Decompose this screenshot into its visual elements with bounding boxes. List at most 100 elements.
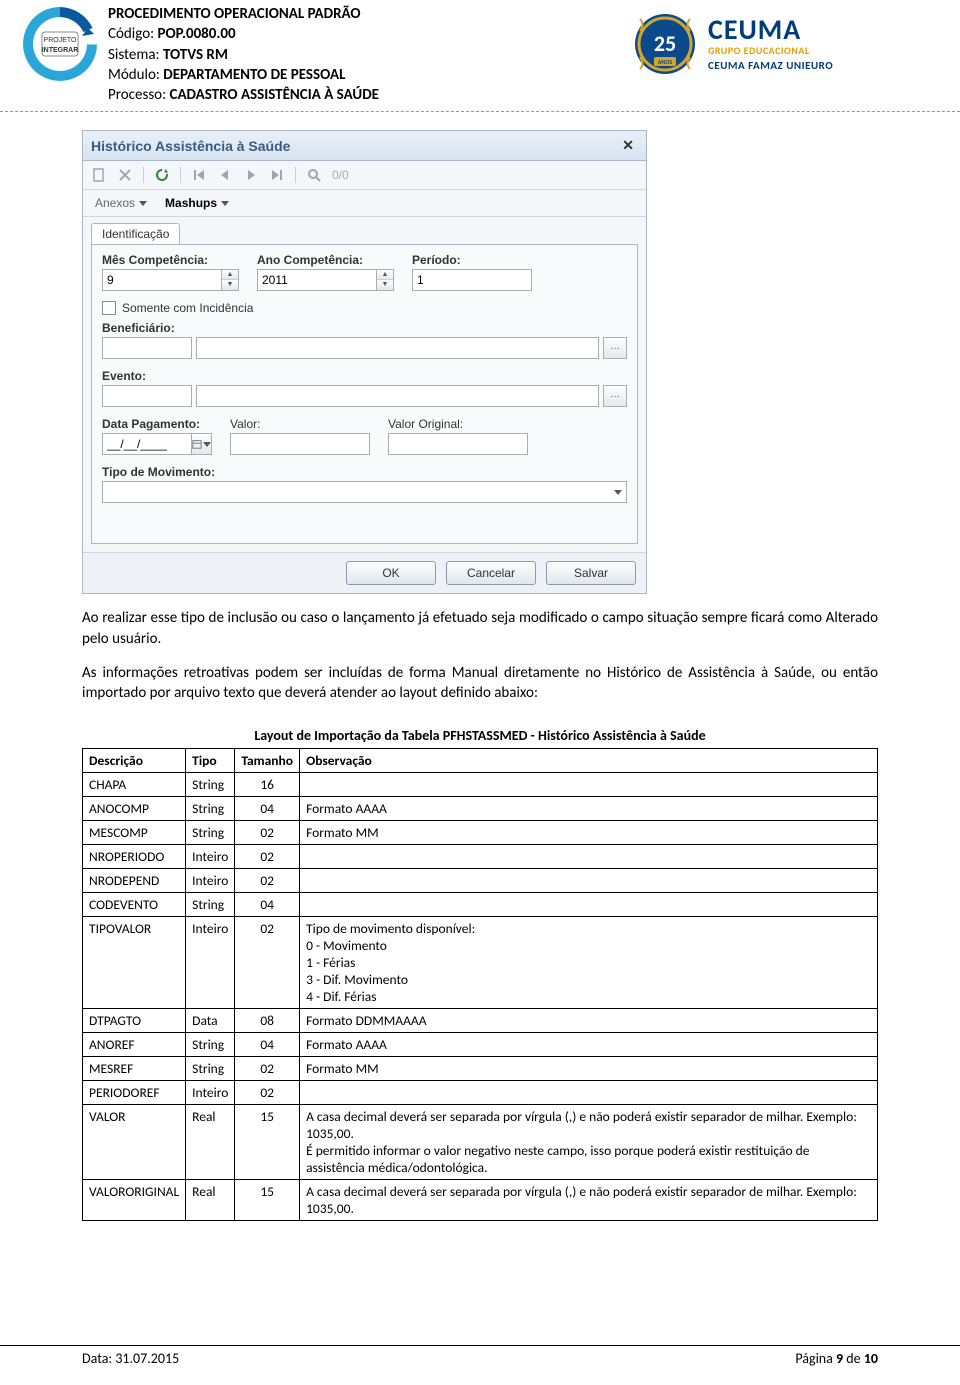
cell-desc: ANOREF	[83, 1033, 186, 1057]
cell-tipo: Inteiro	[186, 1081, 235, 1105]
valor-orig-input[interactable]	[388, 433, 528, 455]
cell-tipo: Data	[186, 1009, 235, 1033]
mes-spinner[interactable]: ▲▼	[102, 269, 239, 291]
cell-tam: 04	[235, 1033, 300, 1057]
beneficiario-code-input[interactable]	[102, 337, 192, 359]
table-row: ANOCOMPString04Formato AAAA	[83, 797, 878, 821]
search-icon[interactable]	[306, 167, 322, 183]
cell-tam: 15	[235, 1105, 300, 1180]
historico-dialog: Histórico Assistência à Saúde ✕ 0/0 Anex…	[82, 130, 647, 594]
valor-orig-label: Valor Original:	[388, 417, 528, 431]
evento-code-input[interactable]	[102, 385, 192, 407]
cell-obs	[300, 845, 878, 869]
cell-obs: A casa decimal deverá ser separada por v…	[300, 1180, 878, 1221]
cell-tam: 02	[235, 821, 300, 845]
tipo-mov-select[interactable]	[102, 481, 627, 503]
table-row: NRODEPENDInteiro02	[83, 869, 878, 893]
ano-spinner[interactable]: ▲▼	[257, 269, 394, 291]
valor-input[interactable]	[230, 433, 370, 455]
beneficiario-desc-input[interactable]	[196, 337, 599, 359]
cell-tipo: Real	[186, 1105, 235, 1180]
cell-tam: 02	[235, 917, 300, 1009]
dialog-title: Histórico Assistência à Saúde	[91, 138, 290, 154]
cell-desc: DTPAGTO	[83, 1009, 186, 1033]
mes-input[interactable]	[102, 269, 222, 291]
periodo-label: Período:	[412, 253, 532, 267]
cell-tam: 02	[235, 1081, 300, 1105]
somente-label: Somente com Incidência	[122, 301, 253, 315]
anexos-dropdown[interactable]: Anexos	[91, 196, 147, 210]
lookup-button[interactable]: …	[603, 385, 627, 407]
tipo-mov-label: Tipo de Movimento:	[102, 465, 627, 479]
cell-tam: 02	[235, 869, 300, 893]
spin-up-icon[interactable]: ▲	[377, 270, 393, 280]
cell-obs	[300, 773, 878, 797]
cell-obs: Tipo de movimento disponível: 0 - Movime…	[300, 917, 878, 1009]
evento-lookup: …	[102, 385, 627, 407]
evento-desc-input[interactable]	[196, 385, 599, 407]
spin-down-icon[interactable]: ▼	[222, 280, 238, 290]
data-pag-input[interactable]	[102, 433, 192, 455]
table-row: VALORORIGINALReal15A casa decimal deverá…	[83, 1180, 878, 1221]
tab-identificacao[interactable]: Identificação	[91, 223, 180, 244]
beneficiario-label: Beneficiário:	[102, 321, 627, 335]
periodo-input[interactable]	[412, 269, 532, 291]
refresh-icon[interactable]	[154, 167, 170, 183]
th-obs: Observação	[300, 749, 878, 773]
cell-tam: 04	[235, 797, 300, 821]
cell-obs: Formato DDMMAAAA	[300, 1009, 878, 1033]
ceuma-subtitle: GRUPO EDUCACIONAL	[708, 44, 940, 57]
cell-tipo: Inteiro	[186, 917, 235, 1009]
table-row: CHAPAString16	[83, 773, 878, 797]
projeto-integrar-logo: PROJETO INTEGRAR	[20, 4, 100, 84]
spin-up-icon[interactable]: ▲	[222, 270, 238, 280]
svg-text:ANOS: ANOS	[658, 58, 673, 66]
delete-icon[interactable]	[117, 167, 133, 183]
nav-last-icon[interactable]	[269, 167, 285, 183]
paragraph-2: As informações retroativas podem ser inc…	[82, 663, 878, 704]
table-row: PERIODOREFInteiro02	[83, 1081, 878, 1105]
ceuma-logo-block: 25 ANOS CEUMA GRUPO EDUCACIONAL CEUMA FA…	[630, 4, 940, 84]
lookup-button[interactable]: …	[603, 337, 627, 359]
ano-input[interactable]	[257, 269, 377, 291]
nav-first-icon[interactable]	[191, 167, 207, 183]
somente-checkbox[interactable]	[102, 301, 116, 315]
calendar-button[interactable]	[192, 433, 212, 455]
table-header-row: Descrição Tipo Tamanho Observação	[83, 749, 878, 773]
spin-down-icon[interactable]: ▼	[377, 280, 393, 290]
logo-text-top: PROJETO	[44, 37, 77, 44]
ok-button[interactable]: OK	[346, 561, 436, 585]
cell-tipo: Real	[186, 1180, 235, 1221]
cell-desc: NROPERIODO	[83, 845, 186, 869]
cancel-button[interactable]: Cancelar	[446, 561, 536, 585]
page-footer: Data: 31.07.2015 Página 9 de 10	[0, 1345, 960, 1367]
cell-obs: A casa decimal deverá ser separada por v…	[300, 1105, 878, 1180]
nav-prev-icon[interactable]	[217, 167, 233, 183]
cell-desc: VALOR	[83, 1105, 186, 1180]
cell-tipo: Inteiro	[186, 869, 235, 893]
cell-desc: MESREF	[83, 1057, 186, 1081]
cell-tipo: String	[186, 893, 235, 917]
cell-tipo: String	[186, 797, 235, 821]
cell-desc: CODEVENTO	[83, 893, 186, 917]
table-row: DTPAGTOData08Formato DDMMAAAA	[83, 1009, 878, 1033]
logo-text-bottom: INTEGRAR	[42, 47, 79, 54]
th-tam: Tamanho	[235, 749, 300, 773]
nav-next-icon[interactable]	[243, 167, 259, 183]
save-button[interactable]: Salvar	[546, 561, 636, 585]
cell-desc: TIPOVALOR	[83, 917, 186, 1009]
valor-label: Valor:	[230, 417, 370, 431]
table-row: VALORReal15A casa decimal deverá ser sep…	[83, 1105, 878, 1180]
data-pag-label: Data Pagamento:	[102, 417, 212, 431]
close-icon[interactable]: ✕	[618, 137, 638, 154]
new-icon[interactable]	[91, 167, 107, 183]
header-text-block: PROCEDIMENTO OPERACIONAL PADRÃO Código: …	[108, 4, 630, 105]
svg-text:25: 25	[654, 30, 676, 57]
cell-desc: VALORORIGINAL	[83, 1180, 186, 1221]
dialog-button-row: OK Cancelar Salvar	[83, 552, 646, 593]
chevron-down-icon	[221, 201, 229, 206]
mashups-dropdown[interactable]: Mashups	[161, 196, 229, 210]
cell-tipo: String	[186, 773, 235, 797]
chevron-down-icon	[614, 490, 622, 495]
evento-label: Evento:	[102, 369, 627, 383]
